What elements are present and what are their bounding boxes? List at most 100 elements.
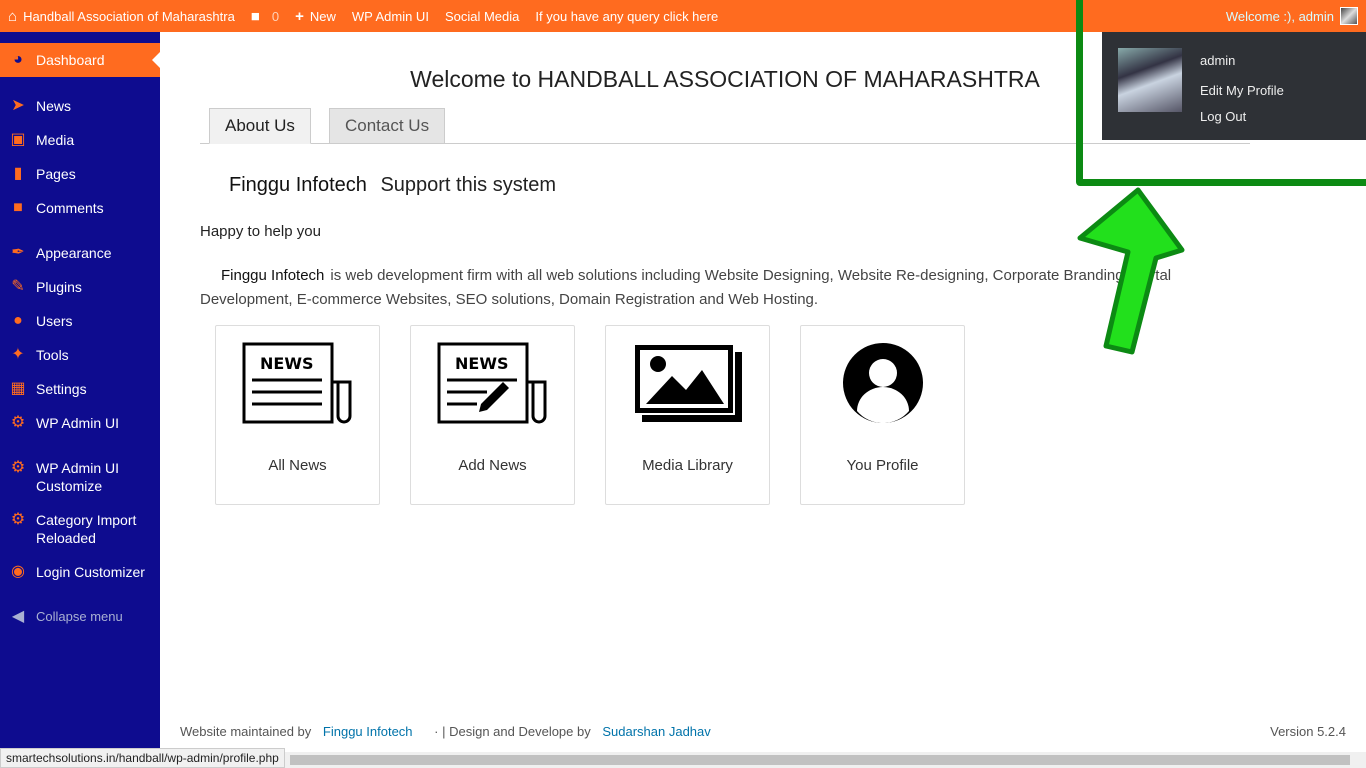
user-dropdown: admin Edit My Profile Log Out [1102, 32, 1366, 140]
edit-profile-link[interactable]: Edit My Profile [1200, 83, 1284, 98]
sidebar-item-media[interactable]: ▣ Media [0, 131, 160, 149]
gear-icon: ⚙ [10, 511, 26, 528]
svg-text:NEWS: NEWS [260, 354, 314, 373]
footer-design-prefix: · | Design and Develope by [434, 724, 591, 739]
sidebar-item-label: Pages [36, 166, 76, 182]
users-icon: ● [13, 312, 23, 329]
sidebar-item-label: Plugins [36, 279, 82, 295]
support-label: Support this system [380, 174, 557, 196]
comments-link[interactable]: ■ 0 [243, 0, 287, 32]
scrollbar-thumb[interactable] [290, 755, 1350, 765]
brush-icon: ✒ [11, 244, 25, 261]
sidebar-item-login-customizer[interactable]: ◉ Login Customizer [0, 563, 160, 581]
plugins-icon: ✎ [11, 278, 25, 295]
wrench-icon: ✦ [11, 346, 25, 363]
gear-icon: ⚙ [10, 459, 26, 476]
sidebar-item-pages[interactable]: ▮ Pages [0, 165, 160, 183]
avatar[interactable] [1118, 48, 1182, 112]
sidebar-item-label: Login Customizer [36, 564, 145, 580]
sidebar-item-news[interactable]: ➤ News [0, 97, 160, 115]
comment-icon: ■ [250, 7, 260, 25]
footer: Website maintained by Finggu Infotech · … [180, 724, 1346, 739]
about-text: is web development firm with all web sol… [200, 267, 1172, 308]
profile-icon [813, 338, 953, 428]
sidebar-item-label: Appearance [36, 245, 112, 261]
sidebar-item-label: Users [36, 313, 73, 329]
query-link[interactable]: If you have any query click here [527, 0, 726, 32]
home-icon: ⌂ [8, 7, 18, 25]
comments-count: 0 [271, 8, 280, 24]
footer-version: Version 5.2.4 [1270, 724, 1346, 739]
card-label: You Profile [846, 457, 919, 474]
welcome-text: Welcome :), admin [1225, 8, 1334, 24]
logout-link[interactable]: Log Out [1200, 109, 1246, 124]
sidebar-item-label: Media [36, 132, 75, 148]
admin-sidebar: ◕ Dashboard ➤ News ▣ Media ▮ Pages ■ Com… [0, 32, 160, 768]
eye-icon: ◉ [11, 563, 25, 580]
sidebar-item-label: Comments [36, 200, 104, 216]
admin-bar: ⌂ Handball Association of Maharashtra ■ … [0, 0, 1366, 32]
dashboard-icon: ◕ [13, 51, 23, 68]
sidebar-item-label: WP Admin UI Customize [36, 460, 119, 494]
new-label: New [309, 8, 336, 24]
card-all-news[interactable]: NEWS All News [215, 325, 380, 505]
sidebar-item-label: Settings [36, 381, 87, 397]
sidebar-item-comments[interactable]: ■ Comments [0, 199, 160, 217]
sidebar-item-wp-admin-ui[interactable]: ⚙ WP Admin UI [0, 414, 160, 432]
tab-contact-us[interactable]: Contact Us [329, 108, 446, 144]
sidebar-item-tools[interactable]: ✦ Tools [0, 346, 160, 364]
query-label: If you have any query click here [535, 8, 719, 24]
card-label: Media Library [642, 457, 733, 474]
pages-icon: ▮ [13, 165, 23, 182]
new-content-link[interactable]: + New [287, 0, 344, 32]
news-icon: NEWS [228, 338, 368, 428]
sidebar-item-settings[interactable]: ▦ Settings [0, 380, 160, 398]
sidebar-item-label: Dashboard [36, 52, 105, 68]
card-you-profile[interactable]: You Profile [800, 325, 965, 505]
media-library-icon [618, 338, 758, 428]
happy-text: Happy to help you [200, 223, 321, 240]
sidebar-item-wp-admin-ui-customize[interactable]: ⚙ WP Admin UI Customize [0, 459, 160, 495]
card-label: Add News [458, 457, 527, 474]
card-add-news[interactable]: NEWS Add News [410, 325, 575, 505]
wp-admin-ui-link[interactable]: WP Admin UI [344, 0, 437, 32]
about-paragraph: Finggu Infotech is web development firm w… [200, 264, 1260, 312]
svg-text:NEWS: NEWS [455, 354, 509, 373]
media-icon: ▣ [10, 131, 26, 148]
sidebar-item-category-import[interactable]: ⚙ Category Import Reloaded [0, 511, 160, 547]
sidebar-item-label: News [36, 98, 72, 114]
dropdown-username[interactable]: admin [1200, 53, 1235, 68]
sidebar-item-label: Category Import Reloaded [36, 512, 137, 546]
site-name-link[interactable]: ⌂ Handball Association of Maharashtra [0, 0, 243, 32]
settings-icon: ▦ [10, 380, 26, 397]
page-title: Welcome to HANDBALL ASSOCIATION OF MAHAR… [410, 66, 1040, 92]
gear-icon: ⚙ [10, 414, 26, 431]
support-company: Finggu Infotech [229, 174, 367, 196]
pin-icon: ➤ [11, 97, 25, 114]
footer-author-link[interactable]: Sudarshan Jadhav [602, 724, 710, 739]
sidebar-item-plugins[interactable]: ✎ Plugins [0, 278, 160, 296]
footer-company-link[interactable]: Finggu Infotech [323, 724, 413, 739]
sidebar-item-label: Collapse menu [36, 609, 123, 624]
sidebar-item-users[interactable]: ● Users [0, 312, 160, 330]
site-name: Handball Association of Maharashtra [23, 8, 235, 24]
status-url: smartechsolutions.in/handball/wp-admin/p… [0, 748, 285, 768]
plus-icon: + [295, 7, 304, 25]
tab-about-us[interactable]: About Us [209, 108, 311, 144]
collapse-icon: ◀ [11, 608, 25, 625]
tab-bar: About Us Contact Us [200, 108, 1250, 144]
sidebar-item-label: WP Admin UI [36, 415, 119, 431]
social-media-link[interactable]: Social Media [437, 0, 527, 32]
add-news-icon: NEWS [423, 338, 563, 428]
collapse-menu-button[interactable]: ◀ Collapse menu [0, 608, 160, 626]
support-heading: Finggu Infotech Support this system [229, 174, 556, 197]
about-company: Finggu Infotech [221, 267, 325, 284]
sidebar-item-appearance[interactable]: ✒ Appearance [0, 244, 160, 262]
wp-admin-ui-label: WP Admin UI [351, 8, 429, 24]
my-account-menu[interactable]: Welcome :), admin [1217, 0, 1366, 32]
comments-icon: ■ [13, 199, 23, 216]
sidebar-item-dashboard[interactable]: ◕ Dashboard [0, 43, 160, 77]
card-label: All News [268, 457, 327, 474]
footer-maintained-prefix: Website maintained by [180, 724, 312, 739]
card-media-library[interactable]: Media Library [605, 325, 770, 505]
